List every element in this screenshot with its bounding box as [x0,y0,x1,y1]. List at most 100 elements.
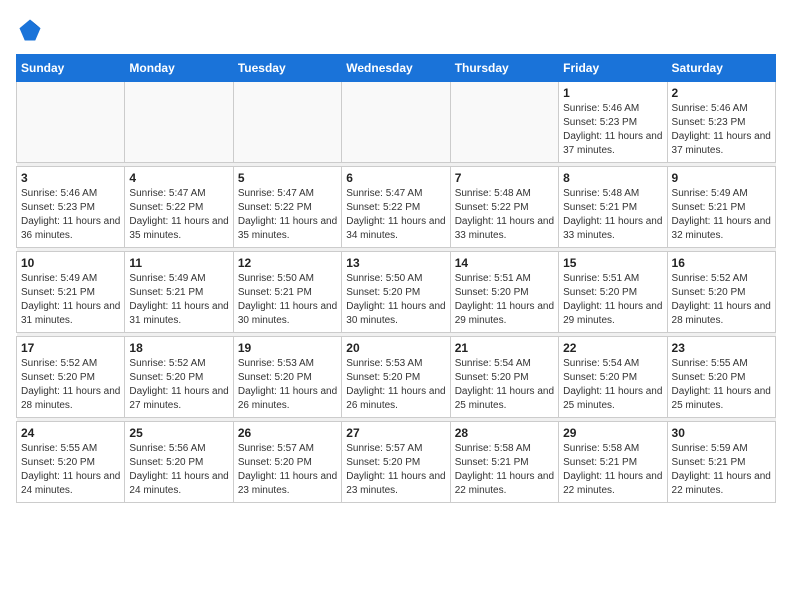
day-info: Sunrise: 5:52 AM Sunset: 5:20 PM Dayligh… [672,272,771,328]
calendar-cell: 17 Sunrise: 5:52 AM Sunset: 5:20 PM Dayli… [17,337,125,418]
day-number: 19 [238,341,337,355]
day-number: 9 [672,171,771,185]
day-number: 15 [563,256,662,270]
day-info: Sunrise: 5:52 AM Sunset: 5:20 PM Dayligh… [21,357,120,413]
day-info: Sunrise: 5:57 AM Sunset: 5:20 PM Dayligh… [346,442,445,498]
day-number: 20 [346,341,445,355]
day-number: 24 [21,426,120,440]
weekday-header-tuesday: Tuesday [233,55,341,82]
calendar-cell: 16 Sunrise: 5:52 AM Sunset: 5:20 PM Dayli… [667,252,775,333]
calendar-cell: 3 Sunrise: 5:46 AM Sunset: 5:23 PM Daylig… [17,167,125,248]
day-number: 12 [238,256,337,270]
day-number: 11 [129,256,228,270]
calendar-cell [17,82,125,163]
day-number: 7 [455,171,554,185]
calendar-cell: 24 Sunrise: 5:55 AM Sunset: 5:20 PM Dayli… [17,422,125,503]
day-info: Sunrise: 5:53 AM Sunset: 5:20 PM Dayligh… [346,357,445,413]
calendar-cell: 4 Sunrise: 5:47 AM Sunset: 5:22 PM Daylig… [125,167,233,248]
day-info: Sunrise: 5:46 AM Sunset: 5:23 PM Dayligh… [563,102,662,158]
day-number: 5 [238,171,337,185]
calendar-week-row: 10 Sunrise: 5:49 AM Sunset: 5:21 PM Dayli… [17,252,776,333]
day-info: Sunrise: 5:46 AM Sunset: 5:23 PM Dayligh… [21,187,120,243]
calendar-cell [233,82,341,163]
day-info: Sunrise: 5:49 AM Sunset: 5:21 PM Dayligh… [672,187,771,243]
calendar-cell: 14 Sunrise: 5:51 AM Sunset: 5:20 PM Dayli… [450,252,558,333]
weekday-header-wednesday: Wednesday [342,55,450,82]
day-info: Sunrise: 5:56 AM Sunset: 5:20 PM Dayligh… [129,442,228,498]
day-info: Sunrise: 5:50 AM Sunset: 5:20 PM Dayligh… [346,272,445,328]
day-info: Sunrise: 5:59 AM Sunset: 5:21 PM Dayligh… [672,442,771,498]
calendar-week-row: 17 Sunrise: 5:52 AM Sunset: 5:20 PM Dayli… [17,337,776,418]
day-number: 6 [346,171,445,185]
weekday-header-monday: Monday [125,55,233,82]
day-number: 17 [21,341,120,355]
calendar-cell: 29Sunrise: 5:58 AM Sunset: 5:21 PM Dayli… [559,422,667,503]
day-info: Sunrise: 5:58 AM Sunset: 5:21 PM Dayligh… [563,442,662,498]
day-number: 21 [455,341,554,355]
day-number: 28 [455,426,554,440]
calendar-cell: 22Sunrise: 5:54 AM Sunset: 5:20 PM Dayli… [559,337,667,418]
day-info: Sunrise: 5:48 AM Sunset: 5:22 PM Dayligh… [455,187,554,243]
calendar-cell [342,82,450,163]
calendar-cell: 9 Sunrise: 5:49 AM Sunset: 5:21 PM Daylig… [667,167,775,248]
calendar-cell: 25 Sunrise: 5:56 AM Sunset: 5:20 PM Dayli… [125,422,233,503]
day-number: 13 [346,256,445,270]
day-info: Sunrise: 5:49 AM Sunset: 5:21 PM Dayligh… [129,272,228,328]
day-info: Sunrise: 5:53 AM Sunset: 5:20 PM Dayligh… [238,357,337,413]
day-info: Sunrise: 5:55 AM Sunset: 5:20 PM Dayligh… [21,442,120,498]
day-number: 10 [21,256,120,270]
calendar-cell: 20 Sunrise: 5:53 AM Sunset: 5:20 PM Dayli… [342,337,450,418]
day-info: Sunrise: 5:55 AM Sunset: 5:20 PM Dayligh… [672,357,771,413]
day-number: 3 [21,171,120,185]
day-number: 25 [129,426,228,440]
page-header [16,16,776,44]
day-number: 23 [672,341,771,355]
day-info: Sunrise: 5:51 AM Sunset: 5:20 PM Dayligh… [563,272,662,328]
weekday-header-saturday: Saturday [667,55,775,82]
day-info: Sunrise: 5:57 AM Sunset: 5:20 PM Dayligh… [238,442,337,498]
day-info: Sunrise: 5:54 AM Sunset: 5:20 PM Dayligh… [455,357,554,413]
day-info: Sunrise: 5:50 AM Sunset: 5:21 PM Dayligh… [238,272,337,328]
day-number: 8 [563,171,662,185]
day-number: 26 [238,426,337,440]
day-number: 2 [672,86,771,100]
calendar-cell: 1 Sunrise: 5:46 AM Sunset: 5:23 PM Daylig… [559,82,667,163]
weekday-header-row: SundayMondayTuesdayWednesdayThursdayFrid… [17,55,776,82]
day-info: Sunrise: 5:52 AM Sunset: 5:20 PM Dayligh… [129,357,228,413]
day-info: Sunrise: 5:58 AM Sunset: 5:21 PM Dayligh… [455,442,554,498]
calendar-cell: 10 Sunrise: 5:49 AM Sunset: 5:21 PM Dayli… [17,252,125,333]
calendar-week-row: 3 Sunrise: 5:46 AM Sunset: 5:23 PM Daylig… [17,167,776,248]
calendar-week-row: 24 Sunrise: 5:55 AM Sunset: 5:20 PM Dayli… [17,422,776,503]
day-info: Sunrise: 5:51 AM Sunset: 5:20 PM Dayligh… [455,272,554,328]
logo [16,16,48,44]
calendar-cell: 2 Sunrise: 5:46 AM Sunset: 5:23 PM Daylig… [667,82,775,163]
day-number: 27 [346,426,445,440]
calendar-header: SundayMondayTuesdayWednesdayThursdayFrid… [17,55,776,82]
day-info: Sunrise: 5:49 AM Sunset: 5:21 PM Dayligh… [21,272,120,328]
calendar-cell: 5Sunrise: 5:47 AM Sunset: 5:22 PM Daylig… [233,167,341,248]
day-number: 14 [455,256,554,270]
day-info: Sunrise: 5:46 AM Sunset: 5:23 PM Dayligh… [672,102,771,158]
day-info: Sunrise: 5:47 AM Sunset: 5:22 PM Dayligh… [129,187,228,243]
calendar-cell: 28 Sunrise: 5:58 AM Sunset: 5:21 PM Dayli… [450,422,558,503]
day-number: 4 [129,171,228,185]
logo-icon [16,16,44,44]
calendar-cell: 18 Sunrise: 5:52 AM Sunset: 5:20 PM Dayli… [125,337,233,418]
calendar-cell: 11 Sunrise: 5:49 AM Sunset: 5:21 PM Dayli… [125,252,233,333]
calendar-body: 1 Sunrise: 5:46 AM Sunset: 5:23 PM Daylig… [17,82,776,503]
calendar-cell: 30Sunrise: 5:59 AM Sunset: 5:21 PM Dayli… [667,422,775,503]
calendar-cell: 26 Sunrise: 5:57 AM Sunset: 5:20 PM Dayli… [233,422,341,503]
calendar-week-row: 1 Sunrise: 5:46 AM Sunset: 5:23 PM Daylig… [17,82,776,163]
calendar-cell: 19 Sunrise: 5:53 AM Sunset: 5:20 PM Dayli… [233,337,341,418]
day-number: 1 [563,86,662,100]
calendar-cell: 8 Sunrise: 5:48 AM Sunset: 5:21 PM Daylig… [559,167,667,248]
calendar-table: SundayMondayTuesdayWednesdayThursdayFrid… [16,54,776,503]
day-number: 18 [129,341,228,355]
calendar-cell: 23 Sunrise: 5:55 AM Sunset: 5:20 PM Dayli… [667,337,775,418]
calendar-cell: 7 Sunrise: 5:48 AM Sunset: 5:22 PM Daylig… [450,167,558,248]
day-info: Sunrise: 5:48 AM Sunset: 5:21 PM Dayligh… [563,187,662,243]
day-number: 16 [672,256,771,270]
weekday-header-friday: Friday [559,55,667,82]
calendar-cell [450,82,558,163]
calendar-cell: 27 Sunrise: 5:57 AM Sunset: 5:20 PM Dayli… [342,422,450,503]
